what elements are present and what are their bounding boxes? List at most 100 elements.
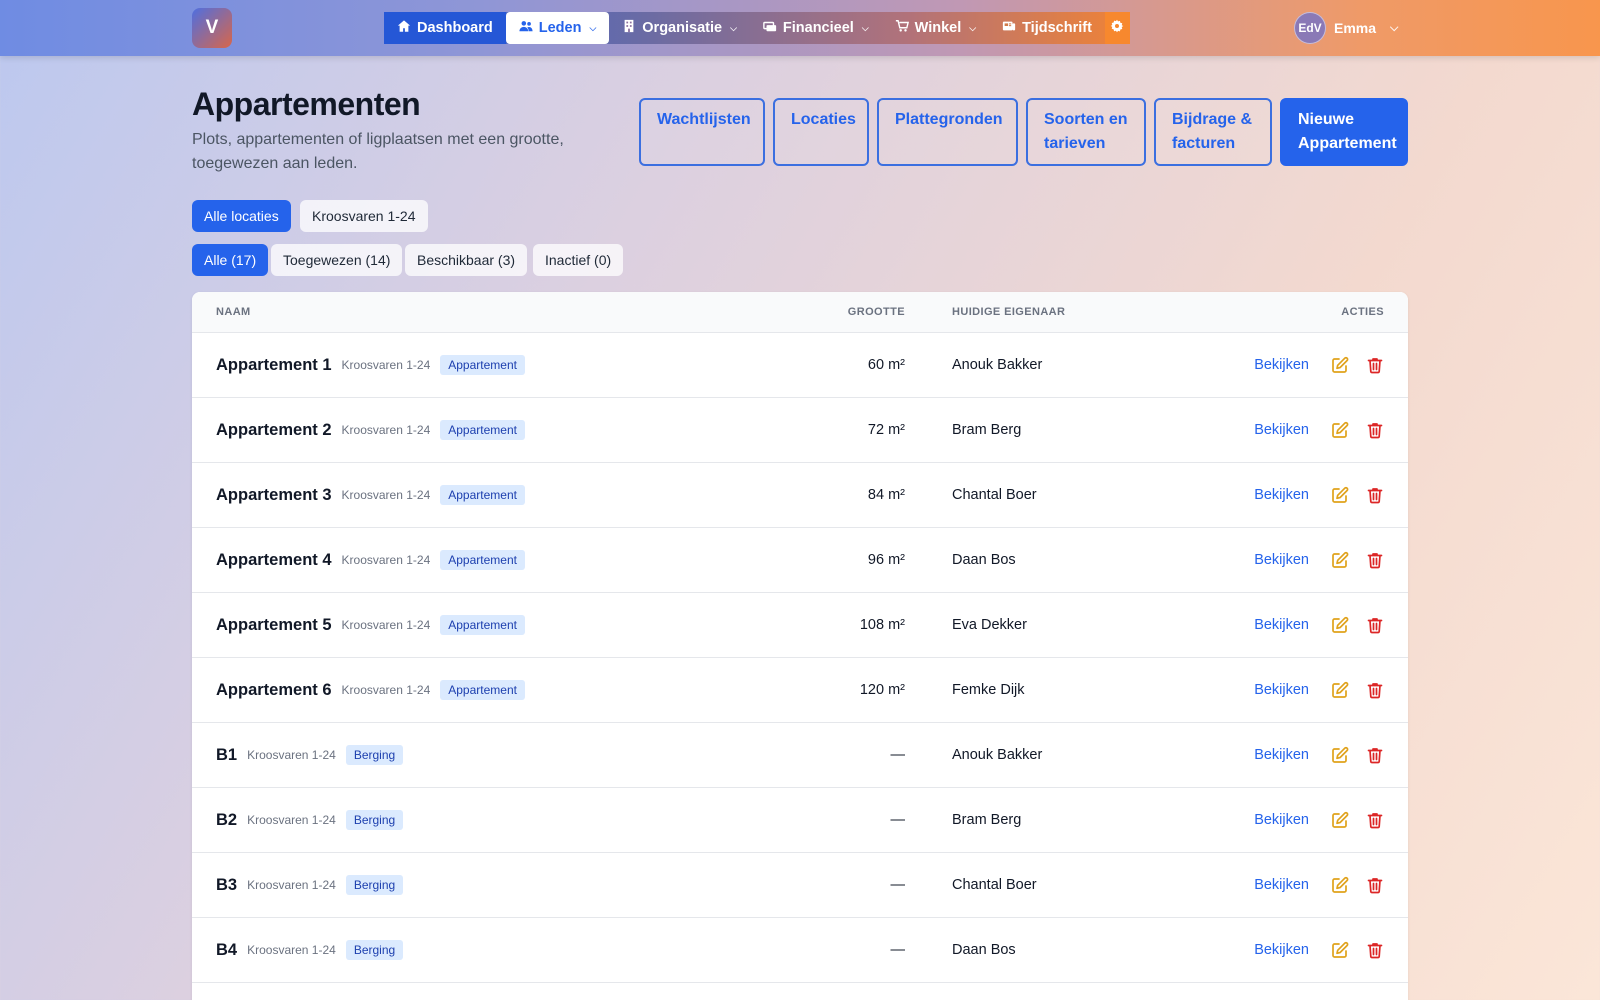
trash-icon[interactable] <box>1366 811 1384 829</box>
column-header-name[interactable]: NAAM <box>216 306 251 318</box>
edit-icon[interactable] <box>1331 746 1349 764</box>
table-row[interactable]: Appartement 5 Kroosvaren 1-24 Appartemen… <box>192 593 1408 658</box>
trash-icon[interactable] <box>1366 941 1384 959</box>
unit-owner: Bram Berg <box>952 812 1022 828</box>
edit-icon[interactable] <box>1331 616 1349 634</box>
nav-item-financieel[interactable]: Financieel ⌵ <box>750 12 882 44</box>
actions-cell: Bekijken <box>1254 788 1384 852</box>
trash-icon[interactable] <box>1366 551 1384 569</box>
new-appartement-button[interactable]: Nieuwe Appartement <box>1280 98 1408 166</box>
actions-cell: Bekijken <box>1254 398 1384 462</box>
wachtlijsten-button[interactable]: Wachtlijsten <box>639 98 765 166</box>
name-cell: B2 Kroosvaren 1-24 Berging <box>216 788 404 852</box>
nav-label: Tijdschrift <box>1022 20 1092 36</box>
view-link[interactable]: Bekijken <box>1254 487 1309 503</box>
unit-type-badge: Appartement <box>440 550 525 570</box>
trash-icon[interactable] <box>1366 486 1384 504</box>
unit-name[interactable]: B1 <box>216 746 237 765</box>
view-link[interactable]: Bekijken <box>1254 942 1309 958</box>
soorten-en-tarieven-button[interactable]: Soorten en tarieven <box>1026 98 1146 166</box>
table-row[interactable]: B2 Kroosvaren 1-24 Berging — Bram Berg B… <box>192 788 1408 853</box>
trash-icon[interactable] <box>1366 746 1384 764</box>
unit-owner: Anouk Bakker <box>952 357 1043 373</box>
trash-icon[interactable] <box>1366 876 1384 894</box>
nav-item-winkel[interactable]: Winkel ⌵ <box>882 12 989 44</box>
unit-name[interactable]: Appartement 3 <box>216 486 332 505</box>
table-row[interactable]: Appartement 2 Kroosvaren 1-24 Appartemen… <box>192 398 1408 463</box>
edit-icon[interactable] <box>1331 551 1349 569</box>
filter-status-assigned[interactable]: Toegewezen (14) <box>271 244 403 276</box>
table-row[interactable]: B3 Kroosvaren 1-24 Berging — Chantal Boe… <box>192 853 1408 918</box>
unit-name[interactable]: B4 <box>216 941 237 960</box>
actions-cell: Bekijken <box>1254 723 1384 787</box>
unit-name[interactable]: Appartement 6 <box>216 681 332 700</box>
edit-icon[interactable] <box>1331 486 1349 504</box>
table-row[interactable]: B4 Kroosvaren 1-24 Berging — Daan Bos Be… <box>192 918 1408 983</box>
view-link[interactable]: Bekijken <box>1254 422 1309 438</box>
chevron-down-icon: ⌵ <box>861 22 869 33</box>
unit-location: Kroosvaren 1-24 <box>341 683 431 697</box>
unit-name[interactable]: B3 <box>216 876 237 895</box>
unit-name[interactable]: Appartement 2 <box>216 421 332 440</box>
settings-button[interactable] <box>1104 12 1130 44</box>
edit-icon[interactable] <box>1331 681 1349 699</box>
bijdrage-facturen-button[interactable]: Bijdrage & facturen <box>1154 98 1272 166</box>
view-link[interactable]: Bekijken <box>1254 357 1309 373</box>
unit-owner: Anouk Bakker <box>952 747 1043 763</box>
unit-name[interactable]: Appartement 1 <box>216 356 332 375</box>
filter-all-locations[interactable]: Alle locaties <box>192 200 291 232</box>
nav-item-leden[interactable]: Leden ⌵ <box>505 12 610 44</box>
table-row[interactable]: Appartement 4 Kroosvaren 1-24 Appartemen… <box>192 528 1408 593</box>
unit-name[interactable]: B2 <box>216 811 237 830</box>
trash-icon[interactable] <box>1366 681 1384 699</box>
nav-label: Winkel <box>914 20 962 36</box>
table-row[interactable]: Appartement 1 Kroosvaren 1-24 Appartemen… <box>192 333 1408 398</box>
table-row[interactable]: Appartement 3 Kroosvaren 1-24 Appartemen… <box>192 463 1408 528</box>
view-link[interactable]: Bekijken <box>1254 812 1309 828</box>
edit-icon[interactable] <box>1331 941 1349 959</box>
nav-label: Leden <box>538 20 582 36</box>
view-link[interactable]: Bekijken <box>1254 682 1309 698</box>
trash-icon[interactable] <box>1366 421 1384 439</box>
nav-item-dashboard[interactable]: Dashboard <box>384 12 506 44</box>
main-nav: Dashboard Leden ⌵ Organisatie ⌵ Financie… <box>384 12 1130 44</box>
edit-icon[interactable] <box>1331 356 1349 374</box>
filter-status-all[interactable]: Alle (17) <box>192 244 269 276</box>
filter-status-inactive[interactable]: Inactief (0) <box>533 244 624 276</box>
table-row[interactable]: Appartement 6 Kroosvaren 1-24 Appartemen… <box>192 658 1408 723</box>
unit-type-badge: Appartement <box>440 615 525 635</box>
view-link[interactable]: Bekijken <box>1254 747 1309 763</box>
unit-size: 108 m² <box>859 617 905 633</box>
view-link[interactable]: Bekijken <box>1254 877 1309 893</box>
column-header-owner[interactable]: HUIDIGE EIGENAAR <box>952 306 1065 318</box>
chevron-down-icon: ⌵ <box>1390 21 1399 34</box>
trash-icon[interactable] <box>1366 356 1384 374</box>
view-link[interactable]: Bekijken <box>1254 617 1309 633</box>
plattegronden-button[interactable]: Plattegronden <box>877 98 1018 166</box>
unit-type-badge: Berging <box>345 810 404 830</box>
column-header-size[interactable]: GROOTTE <box>848 306 905 318</box>
unit-location: Kroosvaren 1-24 <box>247 878 336 892</box>
actions-cell: Bekijken <box>1254 593 1384 657</box>
user-menu[interactable]: EdV Emma ⌵ <box>1294 12 1398 44</box>
nav-label: Organisatie <box>642 20 723 36</box>
name-cell: B4 Kroosvaren 1-24 Berging <box>216 918 404 982</box>
app-logo[interactable]: V <box>192 8 232 48</box>
locaties-button[interactable]: Locaties <box>773 98 869 166</box>
filter-location-kroosvaren[interactable]: Kroosvaren 1-24 <box>300 200 428 232</box>
unit-location: Kroosvaren 1-24 <box>247 943 336 957</box>
edit-icon[interactable] <box>1331 876 1349 894</box>
unit-location: Kroosvaren 1-24 <box>247 813 336 827</box>
gear-icon <box>1110 19 1124 37</box>
edit-icon[interactable] <box>1331 811 1349 829</box>
nav-item-organisatie[interactable]: Organisatie ⌵ <box>609 12 750 44</box>
table-row[interactable]: B1 Kroosvaren 1-24 Berging — Anouk Bakke… <box>192 723 1408 788</box>
unit-name[interactable]: Appartement 5 <box>216 616 332 635</box>
edit-icon[interactable] <box>1331 421 1349 439</box>
filter-status-available[interactable]: Beschikbaar (3) <box>405 244 528 276</box>
trash-icon[interactable] <box>1366 616 1384 634</box>
unit-name[interactable]: Appartement 4 <box>216 551 332 570</box>
name-cell: Appartement 6 Kroosvaren 1-24 Appartemen… <box>216 658 525 722</box>
view-link[interactable]: Bekijken <box>1254 552 1309 568</box>
nav-item-tijdschrift[interactable]: Tijdschrift <box>989 12 1105 44</box>
